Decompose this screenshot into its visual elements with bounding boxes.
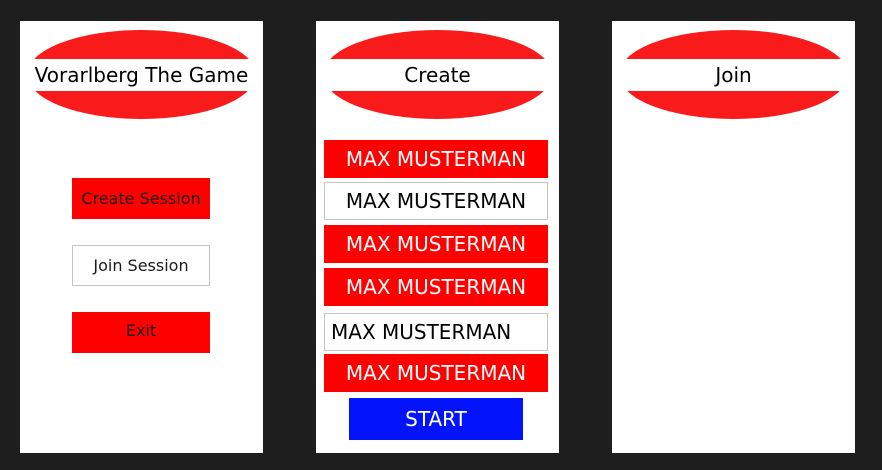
create-session-button[interactable]: Create Session <box>72 178 210 219</box>
create-title: Create <box>404 63 471 87</box>
player-slot[interactable]: MAX MUSTERMAN <box>324 354 548 392</box>
exit-button[interactable]: Exit <box>72 312 210 353</box>
join-title: Join <box>715 63 752 87</box>
player-slot[interactable]: MAX MUSTERMAN <box>324 182 548 220</box>
player-slot[interactable]: MAX MUSTERMAN <box>324 313 548 351</box>
main-menu-screen: Vorarlberg The Game Create Session Join … <box>20 21 263 453</box>
player-slot[interactable]: MAX MUSTERMAN <box>324 225 548 263</box>
player-slot[interactable]: MAX MUSTERMAN <box>324 268 548 306</box>
join-session-button[interactable]: Join Session <box>72 245 210 286</box>
join-session-screen: Join <box>612 21 855 453</box>
player-slot[interactable]: MAX MUSTERMAN <box>324 140 548 178</box>
create-session-screen: Create MAX MUSTERMAN MAX MUSTERMAN MAX M… <box>316 21 559 453</box>
start-button[interactable]: START <box>349 398 523 440</box>
app-title: Vorarlberg The Game <box>34 63 249 87</box>
